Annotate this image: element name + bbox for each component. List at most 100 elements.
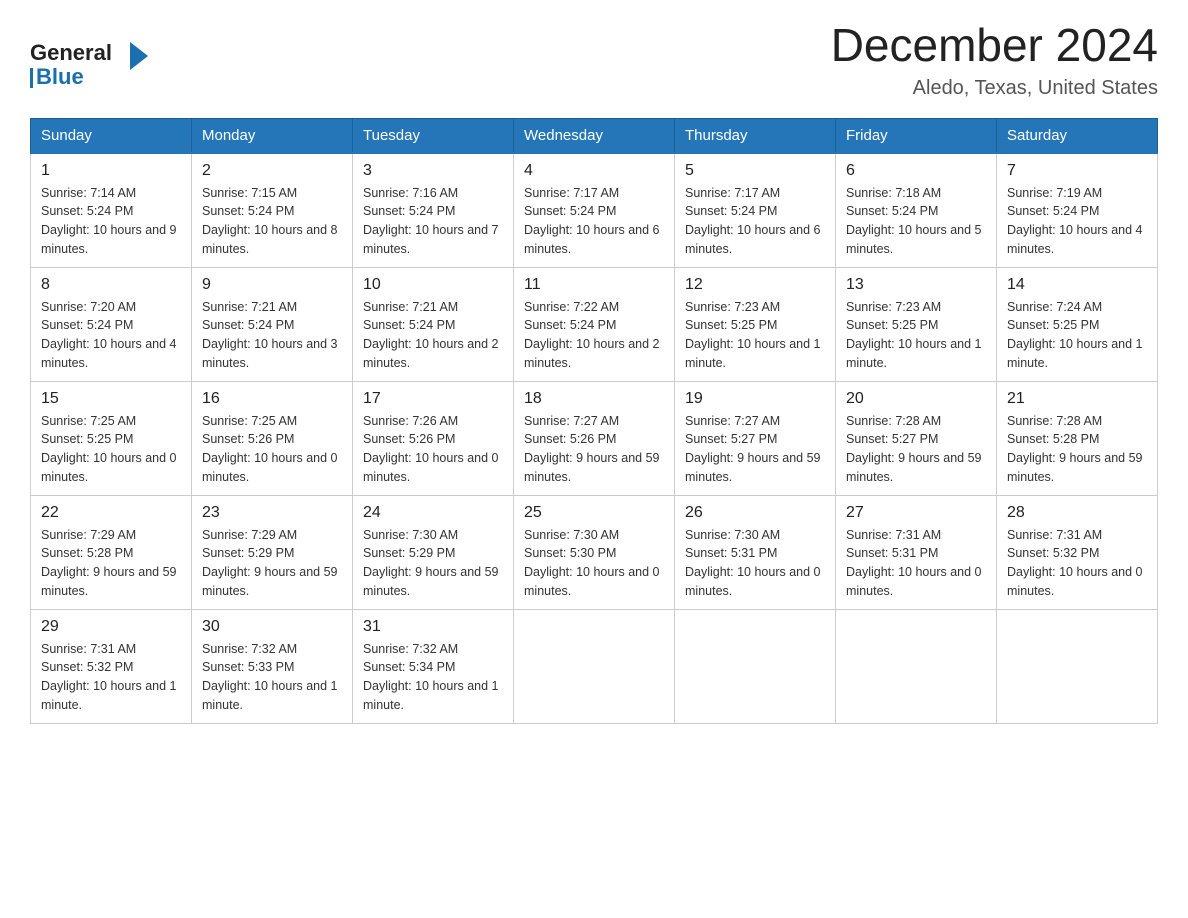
calendar-week-row: 15 Sunrise: 7:25 AMSunset: 5:25 PMDaylig…: [31, 381, 1158, 495]
day-number: 9: [202, 276, 342, 294]
day-number: 2: [202, 162, 342, 180]
table-row: [514, 609, 675, 723]
table-row: [997, 609, 1158, 723]
day-number: 15: [41, 390, 181, 408]
day-info: Sunrise: 7:27 AMSunset: 5:27 PMDaylight:…: [685, 414, 821, 484]
day-info: Sunrise: 7:18 AMSunset: 5:24 PMDaylight:…: [846, 186, 982, 256]
table-row: 13 Sunrise: 7:23 AMSunset: 5:25 PMDaylig…: [836, 267, 997, 381]
table-row: 2 Sunrise: 7:15 AMSunset: 5:24 PMDayligh…: [192, 153, 353, 268]
day-number: 7: [1007, 162, 1147, 180]
table-row: [836, 609, 997, 723]
day-number: 29: [41, 618, 181, 636]
table-row: 6 Sunrise: 7:18 AMSunset: 5:24 PMDayligh…: [836, 153, 997, 268]
day-info: Sunrise: 7:30 AMSunset: 5:30 PMDaylight:…: [524, 528, 660, 598]
svg-text:General: General: [30, 40, 112, 65]
day-info: Sunrise: 7:19 AMSunset: 5:24 PMDaylight:…: [1007, 186, 1143, 256]
day-number: 4: [524, 162, 664, 180]
day-info: Sunrise: 7:31 AMSunset: 5:32 PMDaylight:…: [1007, 528, 1143, 598]
subtitle: Aledo, Texas, United States: [831, 77, 1158, 100]
table-row: 23 Sunrise: 7:29 AMSunset: 5:29 PMDaylig…: [192, 495, 353, 609]
day-info: Sunrise: 7:17 AMSunset: 5:24 PMDaylight:…: [524, 186, 660, 256]
header-friday: Friday: [836, 118, 997, 153]
table-row: 4 Sunrise: 7:17 AMSunset: 5:24 PMDayligh…: [514, 153, 675, 268]
header-monday: Monday: [192, 118, 353, 153]
day-number: 28: [1007, 504, 1147, 522]
day-number: 22: [41, 504, 181, 522]
day-number: 27: [846, 504, 986, 522]
day-number: 14: [1007, 276, 1147, 294]
day-info: Sunrise: 7:25 AMSunset: 5:25 PMDaylight:…: [41, 414, 177, 484]
header-sunday: Sunday: [31, 118, 192, 153]
table-row: 11 Sunrise: 7:22 AMSunset: 5:24 PMDaylig…: [514, 267, 675, 381]
day-info: Sunrise: 7:17 AMSunset: 5:24 PMDaylight:…: [685, 186, 821, 256]
table-row: 29 Sunrise: 7:31 AMSunset: 5:32 PMDaylig…: [31, 609, 192, 723]
table-row: 21 Sunrise: 7:28 AMSunset: 5:28 PMDaylig…: [997, 381, 1158, 495]
header-tuesday: Tuesday: [353, 118, 514, 153]
day-number: 3: [363, 162, 503, 180]
day-number: 13: [846, 276, 986, 294]
day-number: 11: [524, 276, 664, 294]
table-row: 25 Sunrise: 7:30 AMSunset: 5:30 PMDaylig…: [514, 495, 675, 609]
day-number: 24: [363, 504, 503, 522]
table-row: 30 Sunrise: 7:32 AMSunset: 5:33 PMDaylig…: [192, 609, 353, 723]
day-number: 18: [524, 390, 664, 408]
day-info: Sunrise: 7:30 AMSunset: 5:29 PMDaylight:…: [363, 528, 499, 598]
day-info: Sunrise: 7:20 AMSunset: 5:24 PMDaylight:…: [41, 300, 177, 370]
day-number: 5: [685, 162, 825, 180]
table-row: 22 Sunrise: 7:29 AMSunset: 5:28 PMDaylig…: [31, 495, 192, 609]
day-info: Sunrise: 7:29 AMSunset: 5:28 PMDaylight:…: [41, 528, 177, 598]
day-info: Sunrise: 7:29 AMSunset: 5:29 PMDaylight:…: [202, 528, 338, 598]
table-row: 17 Sunrise: 7:26 AMSunset: 5:26 PMDaylig…: [353, 381, 514, 495]
table-row: 3 Sunrise: 7:16 AMSunset: 5:24 PMDayligh…: [353, 153, 514, 268]
day-info: Sunrise: 7:31 AMSunset: 5:32 PMDaylight:…: [41, 642, 177, 712]
table-row: 24 Sunrise: 7:30 AMSunset: 5:29 PMDaylig…: [353, 495, 514, 609]
header-wednesday: Wednesday: [514, 118, 675, 153]
table-row: 19 Sunrise: 7:27 AMSunset: 5:27 PMDaylig…: [675, 381, 836, 495]
table-row: 18 Sunrise: 7:27 AMSunset: 5:26 PMDaylig…: [514, 381, 675, 495]
day-info: Sunrise: 7:26 AMSunset: 5:26 PMDaylight:…: [363, 414, 499, 484]
page-title: December 2024: [831, 20, 1158, 71]
day-number: 26: [685, 504, 825, 522]
table-row: 10 Sunrise: 7:21 AMSunset: 5:24 PMDaylig…: [353, 267, 514, 381]
table-row: 1 Sunrise: 7:14 AMSunset: 5:24 PMDayligh…: [31, 153, 192, 268]
calendar-table: Sunday Monday Tuesday Wednesday Thursday…: [30, 118, 1158, 724]
day-info: Sunrise: 7:14 AMSunset: 5:24 PMDaylight:…: [41, 186, 177, 256]
day-info: Sunrise: 7:28 AMSunset: 5:27 PMDaylight:…: [846, 414, 982, 484]
calendar-week-row: 29 Sunrise: 7:31 AMSunset: 5:32 PMDaylig…: [31, 609, 1158, 723]
table-row: 27 Sunrise: 7:31 AMSunset: 5:31 PMDaylig…: [836, 495, 997, 609]
day-info: Sunrise: 7:16 AMSunset: 5:24 PMDaylight:…: [363, 186, 499, 256]
day-info: Sunrise: 7:15 AMSunset: 5:24 PMDaylight:…: [202, 186, 338, 256]
day-number: 19: [685, 390, 825, 408]
calendar-header-row: Sunday Monday Tuesday Wednesday Thursday…: [31, 118, 1158, 153]
table-row: 9 Sunrise: 7:21 AMSunset: 5:24 PMDayligh…: [192, 267, 353, 381]
logo: General Blue: [30, 20, 150, 98]
day-info: Sunrise: 7:23 AMSunset: 5:25 PMDaylight:…: [685, 300, 821, 370]
calendar-week-row: 1 Sunrise: 7:14 AMSunset: 5:24 PMDayligh…: [31, 153, 1158, 268]
day-info: Sunrise: 7:32 AMSunset: 5:34 PMDaylight:…: [363, 642, 499, 712]
header-thursday: Thursday: [675, 118, 836, 153]
day-info: Sunrise: 7:22 AMSunset: 5:24 PMDaylight:…: [524, 300, 660, 370]
day-info: Sunrise: 7:23 AMSunset: 5:25 PMDaylight:…: [846, 300, 982, 370]
day-info: Sunrise: 7:32 AMSunset: 5:33 PMDaylight:…: [202, 642, 338, 712]
table-row: 28 Sunrise: 7:31 AMSunset: 5:32 PMDaylig…: [997, 495, 1158, 609]
day-number: 8: [41, 276, 181, 294]
day-number: 30: [202, 618, 342, 636]
day-number: 6: [846, 162, 986, 180]
day-info: Sunrise: 7:30 AMSunset: 5:31 PMDaylight:…: [685, 528, 821, 598]
day-number: 20: [846, 390, 986, 408]
day-number: 12: [685, 276, 825, 294]
table-row: 20 Sunrise: 7:28 AMSunset: 5:27 PMDaylig…: [836, 381, 997, 495]
table-row: 12 Sunrise: 7:23 AMSunset: 5:25 PMDaylig…: [675, 267, 836, 381]
table-row: 31 Sunrise: 7:32 AMSunset: 5:34 PMDaylig…: [353, 609, 514, 723]
day-info: Sunrise: 7:24 AMSunset: 5:25 PMDaylight:…: [1007, 300, 1143, 370]
day-number: 25: [524, 504, 664, 522]
day-number: 31: [363, 618, 503, 636]
day-info: Sunrise: 7:27 AMSunset: 5:26 PMDaylight:…: [524, 414, 660, 484]
day-info: Sunrise: 7:31 AMSunset: 5:31 PMDaylight:…: [846, 528, 982, 598]
table-row: 15 Sunrise: 7:25 AMSunset: 5:25 PMDaylig…: [31, 381, 192, 495]
day-number: 10: [363, 276, 503, 294]
day-number: 1: [41, 162, 181, 180]
header-saturday: Saturday: [997, 118, 1158, 153]
page-header: General Blue December 2024 Aledo, Texas,…: [30, 20, 1158, 100]
day-info: Sunrise: 7:25 AMSunset: 5:26 PMDaylight:…: [202, 414, 338, 484]
